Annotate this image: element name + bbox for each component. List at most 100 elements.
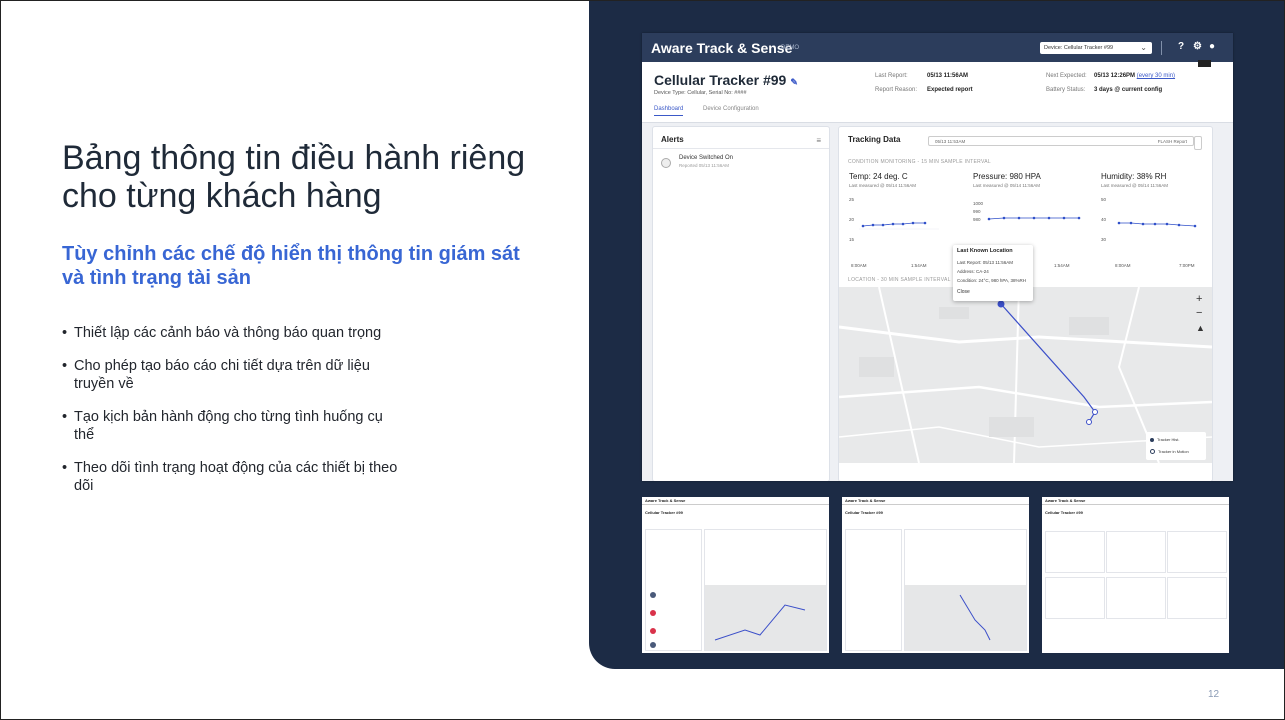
device-select[interactable]: Device: Cellular Tracker #99 ⌄ (1040, 42, 1152, 54)
thumbnail-main (704, 529, 827, 651)
last-location-popup: Last Known Location Last Report: 05/13 1… (953, 245, 1033, 301)
app-bar-divider (1161, 41, 1162, 55)
popup-row-value: 05/13 11:56AM (982, 260, 1013, 265)
thumbnail-route (714, 604, 806, 641)
tab-dashboard[interactable]: Dashboard (654, 106, 684, 116)
thumbnail-screenshot: Aware Track & Sense Cellular Tracker #99 (1042, 497, 1229, 653)
temp-point (861, 224, 865, 228)
power-icon (661, 158, 671, 168)
popup-row-label: Address: (957, 269, 975, 274)
thumbnail-bar: Aware Track & Sense (842, 497, 1029, 505)
map-view[interactable]: + − ▲ Tracker Hist. Tracker in Motion (839, 287, 1212, 463)
thumbnail-bar: Aware Track & Sense (1042, 497, 1229, 505)
route-point-icon (1092, 409, 1098, 415)
device-name-text: Cellular Tracker #99 (654, 72, 787, 88)
gear-icon[interactable]: ⚙ (1193, 41, 1202, 52)
humidity-point (1141, 222, 1145, 226)
thumbnail-title: Cellular Tracker #99 (645, 510, 683, 515)
thumbnail-title: Cellular Tracker #99 (845, 510, 883, 515)
ring-dot-icon (1150, 449, 1155, 455)
thumbnail-brand: Aware Track & Sense (645, 498, 686, 503)
thumbnail-sidebar (645, 529, 702, 651)
bullet-item: • Thiết lập các cảnh báo và thông báo qua… (62, 324, 402, 342)
help-icon[interactable]: ? (1178, 41, 1184, 52)
bullet-text: Theo dõi tình trạng hoạt động của các th… (74, 460, 398, 494)
location-marker-icon[interactable] (997, 300, 1005, 308)
bullet-icon: • (62, 460, 68, 476)
humidity-point (1165, 222, 1169, 226)
humidity-point (1129, 221, 1133, 225)
date-range-start: 05/13 11:53AM (935, 139, 966, 144)
compass-icon[interactable]: ▲ (1196, 323, 1205, 333)
thumbnail-screenshot: Aware Track & Sense Cellular Tracker #99 (842, 497, 1029, 653)
thumbnail-sidebar (845, 529, 902, 651)
thumbnail-map (905, 585, 1026, 650)
zoom-in-icon[interactable]: + (1196, 293, 1202, 305)
alert-text: Device Switched On (679, 155, 734, 161)
popup-row: Condition: 24°C, 980 hPA, 38%RH (957, 278, 1026, 283)
app-brand-tag: DEMO (781, 45, 799, 51)
slide-title: Bảng thông tin điều hành riêng cho từng … (62, 139, 526, 215)
humidity-metric: Humidity: 38% RH (1101, 172, 1167, 181)
user-icon[interactable]: ● (1209, 41, 1215, 52)
pressure-point (1032, 216, 1036, 220)
dashboard-screenshot: Aware Track & Sense DEMO Device: Cellula… (642, 33, 1233, 481)
last-report-value: 05/13 11:56AM (927, 73, 969, 79)
tab-device-configuration[interactable]: Device Configuration (703, 106, 759, 112)
page-number: 12 (1208, 689, 1220, 700)
date-range-button[interactable] (1194, 136, 1202, 150)
popup-row-value: CA-24 (976, 269, 989, 274)
route-point-icon (1086, 419, 1092, 425)
temp-point (871, 223, 875, 227)
battery-value: 3 days @ current config (1094, 87, 1163, 93)
thumbnail-config-card (1167, 531, 1227, 573)
alerts-title: Alerts (661, 135, 684, 144)
date-range-picker[interactable]: 05/13 11:53AM FLASH Report (928, 136, 1194, 146)
thumbnail-alert-icon (650, 610, 656, 616)
bullet-icon: • (62, 409, 68, 425)
popup-row: Last Report: 05/13 11:56AM (957, 260, 1013, 265)
popup-close-button[interactable]: Close (957, 289, 970, 295)
thumbnail-route (959, 594, 991, 641)
humidity-point (1153, 222, 1157, 226)
thumbnail-config-card (1045, 531, 1105, 573)
bullet-list: • Thiết lập các cảnh báo và thông báo qua… (62, 324, 402, 510)
thumbnail-config-card (1106, 577, 1166, 619)
next-expected-value: 05/13 12:26PM (every 30 min) (1094, 73, 1175, 79)
battery-label: Battery Status: (1046, 87, 1086, 93)
temp-point (911, 221, 915, 225)
report-reason-value: Expected report (927, 87, 973, 93)
condition-label: CONDITION MONITORING - 15 MIN SAMPLE INT… (848, 159, 991, 165)
humidity-point (1193, 224, 1197, 228)
bullet-icon: • (62, 325, 68, 341)
alert-date: Reported 05/13 11:56AM (679, 163, 729, 168)
edit-icon[interactable]: ✎ (790, 77, 798, 87)
date-range-end: FLASH Report (1157, 139, 1187, 144)
legend-label: Tracker in Motion (1158, 449, 1189, 454)
bullet-icon: • (62, 358, 68, 374)
pressure-metric: Pressure: 980 HPA (973, 172, 1041, 181)
bullet-text: Thiết lập các cảnh báo và thông báo quan… (74, 325, 382, 341)
interval-link[interactable]: (every 30 min) (1137, 73, 1175, 79)
app-brand[interactable]: Aware Track & Sense (651, 40, 792, 56)
filled-dot-icon (1150, 437, 1154, 442)
alert-item[interactable]: Device Switched On Reported 05/13 11:56A… (661, 155, 825, 173)
bullet-item: • Theo dõi tình trạng hoạt động của các t… (62, 459, 402, 495)
thumbnail-alert-icon (650, 592, 656, 598)
filter-icon[interactable]: ≡ (816, 136, 821, 145)
zoom-out-icon[interactable]: − (1196, 307, 1202, 319)
legend-item: Tracker Hist. (1150, 437, 1180, 442)
alerts-divider (653, 148, 829, 149)
thumbnail-alert-icon (650, 628, 656, 634)
alerts-card: Alerts ≡ Device Switched On Reported 05/… (652, 126, 830, 481)
device-subtitle: Device Type: Cellular, Serial No: #### (654, 90, 747, 96)
battery-icon (1198, 60, 1211, 67)
device-header: Cellular Tracker #99 ✎ Device Type: Cellu… (642, 62, 1233, 123)
thumbnail-config-card (1167, 577, 1227, 619)
pressure-point (987, 217, 991, 221)
popup-row-value: 24°C, 980 hPA, 38%RH (978, 278, 1027, 283)
next-expected-time: 05/13 12:26PM (1094, 73, 1136, 79)
thumbnail-brand: Aware Track & Sense (845, 498, 886, 503)
chevron-down-icon: ⌄ (1140, 43, 1147, 52)
temp-point (891, 222, 895, 226)
